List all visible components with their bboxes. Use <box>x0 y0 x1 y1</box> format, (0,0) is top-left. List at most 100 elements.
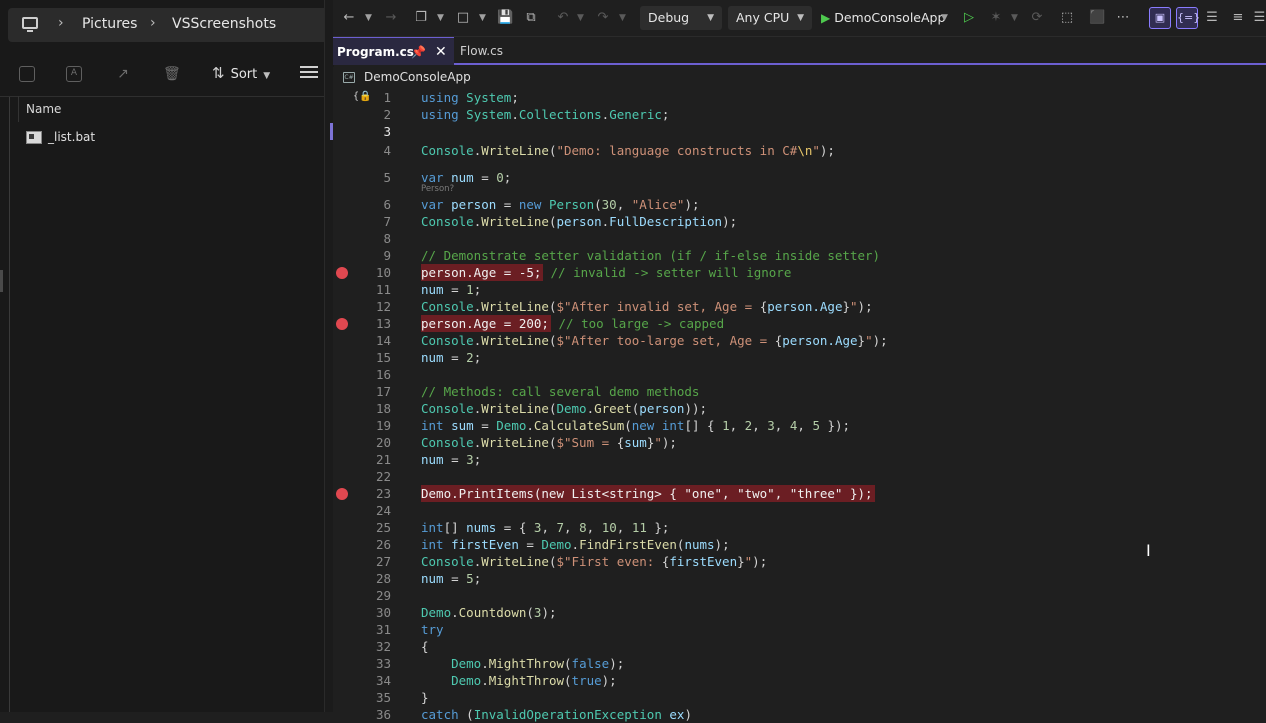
undo-icon[interactable]: ↶ <box>555 10 571 26</box>
toggle-view-icon[interactable]: ▣ <box>1149 7 1171 29</box>
code-cleanup-icon[interactable]: {=} <box>1176 7 1200 29</box>
new-project-icon[interactable]: ❐ <box>413 10 429 26</box>
navigate-forward-icon[interactable]: → <box>383 10 399 26</box>
code-text[interactable]: Demo.MightThrow(false); <box>421 655 624 672</box>
live-share-icon[interactable]: ⬛ <box>1089 10 1105 26</box>
file-list-item[interactable]: _list.bat <box>26 130 95 148</box>
breadcrumb-vsscreenshots[interactable]: VSScreenshots <box>172 16 276 32</box>
code-text[interactable]: int[] nums = { 3, 7, 8, 10, 11 }; <box>421 519 669 536</box>
code-line-8[interactable]: 8 <box>333 230 1266 247</box>
code-line-11[interactable]: 11 num = 1; <box>333 281 1266 298</box>
code-line-22[interactable]: 22 <box>333 468 1266 485</box>
close-icon[interactable]: ✕ <box>435 38 447 66</box>
save-all-icon[interactable]: ⧉ <box>523 10 539 26</box>
code-line-30[interactable]: 30 Demo.Countdown(3); <box>333 604 1266 621</box>
code-text[interactable]: num = 3; <box>421 451 481 468</box>
code-text[interactable]: // Methods: call several demo methods <box>421 383 699 400</box>
breakpoint-icon[interactable] <box>336 267 348 279</box>
code-text[interactable]: Demo.Countdown(3); <box>421 604 557 621</box>
code-line-35[interactable]: 35} <box>333 689 1266 706</box>
code-line-31[interactable]: 31 try <box>333 621 1266 638</box>
more-options-icon[interactable]: ⋯ <box>1115 10 1131 26</box>
code-line-5[interactable]: 5 var num = 0; <box>333 169 1266 186</box>
view-options-icon[interactable] <box>300 66 318 78</box>
this-pc-icon[interactable] <box>22 17 38 32</box>
code-text[interactable]: Demo.MightThrow(true); <box>421 672 617 689</box>
code-line-36[interactable]: 36 catch (InvalidOperationException ex) <box>333 706 1266 723</box>
code-text[interactable]: Console.WriteLine(Demo.Greet(person)); <box>421 400 707 417</box>
code-text[interactable]: num = 5; <box>421 570 481 587</box>
code-line-14[interactable]: 14 Console.WriteLine($"After too-large se… <box>333 332 1266 349</box>
code-line-2[interactable]: 2 using System.Collections.Generic; <box>333 106 1266 123</box>
code-line-3[interactable]: 3 <box>330 123 1266 140</box>
code-text[interactable]: catch (InvalidOperationException ex) <box>421 706 692 723</box>
chevron-down-icon[interactable]: ▼ <box>365 10 372 26</box>
start-debugging-button[interactable]: ▶ DemoConsoleApp <box>821 6 945 30</box>
hot-reload-icon[interactable]: ✶ <box>988 10 1004 26</box>
code-line-23[interactable]: 23 Demo.PrintItems(new List<string> { "on… <box>333 485 1266 502</box>
code-text[interactable]: num = 1; <box>421 281 481 298</box>
project-dropdown[interactable]: DemoConsoleApp <box>364 70 471 84</box>
rename-icon[interactable]: A <box>66 66 82 82</box>
code-line-1[interactable]: {🔒 1 using System; <box>333 89 1266 106</box>
chevron-down-icon[interactable]: ▼ <box>577 10 584 26</box>
breadcrumb-chevron-icon[interactable]: › <box>150 15 156 31</box>
code-editor[interactable]: {🔒 1 using System; 2 using System.Collection… <box>330 89 1266 722</box>
breakpoint-icon[interactable] <box>336 318 348 330</box>
code-line-19[interactable]: 19 int sum = Demo.CalculateSum(new int[] … <box>333 417 1266 434</box>
code-text[interactable]: Demo.PrintItems(new List<string> { "one"… <box>421 485 875 502</box>
breadcrumb-pictures[interactable]: Pictures <box>82 16 137 32</box>
code-line-12[interactable]: 12 Console.WriteLine($"After invalid set,… <box>333 298 1266 315</box>
code-text[interactable]: try <box>421 621 444 638</box>
code-text[interactable]: person.Age = -5; <box>421 264 544 281</box>
code-line-33[interactable]: 33 Demo.MightThrow(false); <box>333 655 1266 672</box>
code-line-18[interactable]: 18 Console.WriteLine(Demo.Greet(person)); <box>333 400 1266 417</box>
start-without-debugging-icon[interactable]: ▷ <box>961 10 977 26</box>
code-line-34[interactable]: 34 Demo.MightThrow(true); <box>333 672 1266 689</box>
tab-flow-cs[interactable]: Flow.cs <box>460 37 520 65</box>
code-text[interactable]: Console.WriteLine($"After too-large set,… <box>421 332 888 349</box>
delete-icon[interactable]: 🗑 <box>163 66 181 82</box>
breakpoint-icon[interactable] <box>336 488 348 500</box>
code-text[interactable]: person.Age = 200; <box>421 315 551 332</box>
format-icon[interactable]: ≡ <box>1230 10 1246 26</box>
code-line-4[interactable]: 4 Console.WriteLine("Demo: language const… <box>333 142 1266 159</box>
solution-configuration-dropdown[interactable]: Debug ▼ <box>640 6 722 30</box>
navigate-back-icon[interactable]: ← <box>341 10 357 26</box>
code-text[interactable]: using System.Collections.Generic; <box>421 106 669 123</box>
code-text[interactable]: num = 2; <box>421 349 481 366</box>
chevron-down-icon[interactable]: ▼ <box>941 10 948 26</box>
code-line-7[interactable]: 7 Console.WriteLine(person.FullDescriptio… <box>333 213 1266 230</box>
code-line-25[interactable]: 25 int[] nums = { 3, 7, 8, 10, 11 }; <box>333 519 1266 536</box>
code-text[interactable]: Console.WriteLine($"First even: {firstEv… <box>421 553 767 570</box>
code-text[interactable]: } <box>421 689 429 706</box>
code-text[interactable]: // Demonstrate setter validation (if / i… <box>421 247 880 264</box>
restart-icon[interactable]: ⟳ <box>1029 10 1045 26</box>
code-line-32[interactable]: 32 { <box>333 638 1266 655</box>
code-line-6[interactable]: 6 var person = new Person(30, "Alice"); <box>333 196 1266 213</box>
code-line-9[interactable]: 9 // Demonstrate setter validation (if / … <box>333 247 1266 264</box>
code-line-15[interactable]: 15 num = 2; <box>333 349 1266 366</box>
share-icon[interactable]: ↗ <box>115 66 131 82</box>
code-text[interactable]: var person = new Person(30, "Alice"); <box>421 196 700 213</box>
code-text[interactable]: int firstEven = Demo.FindFirstEven(nums)… <box>421 536 730 553</box>
copy-icon[interactable] <box>19 66 35 82</box>
chevron-down-icon[interactable]: ▼ <box>479 10 486 26</box>
column-divider[interactable] <box>18 96 19 122</box>
tab-program-cs[interactable]: Program.cs 📌 ✕ <box>333 37 454 65</box>
solution-platform-dropdown[interactable]: Any CPU ▼ <box>728 6 812 30</box>
code-line-26[interactable]: 26 int firstEven = Demo.FindFirstEven(num… <box>333 536 1266 553</box>
code-text[interactable]: Console.WriteLine($"Sum = {sum}"); <box>421 434 677 451</box>
comment-icon[interactable]: ☰ <box>1253 10 1266 26</box>
redo-icon[interactable]: ↷ <box>595 10 611 26</box>
chevron-down-icon[interactable]: ▼ <box>1011 10 1018 26</box>
code-text[interactable]: using System; <box>421 89 519 106</box>
chevron-down-icon[interactable]: ▼ <box>619 10 626 26</box>
code-line-20[interactable]: 20 Console.WriteLine($"Sum = {sum}"); <box>333 434 1266 451</box>
column-header-name[interactable]: Name <box>26 102 61 116</box>
new-file-icon[interactable]: □ <box>455 10 471 26</box>
chevron-down-icon[interactable]: ▼ <box>437 10 444 26</box>
code-text[interactable]: { <box>421 638 429 655</box>
code-line-24[interactable]: 24 <box>333 502 1266 519</box>
browser-link-icon[interactable]: ⬚ <box>1059 10 1075 26</box>
